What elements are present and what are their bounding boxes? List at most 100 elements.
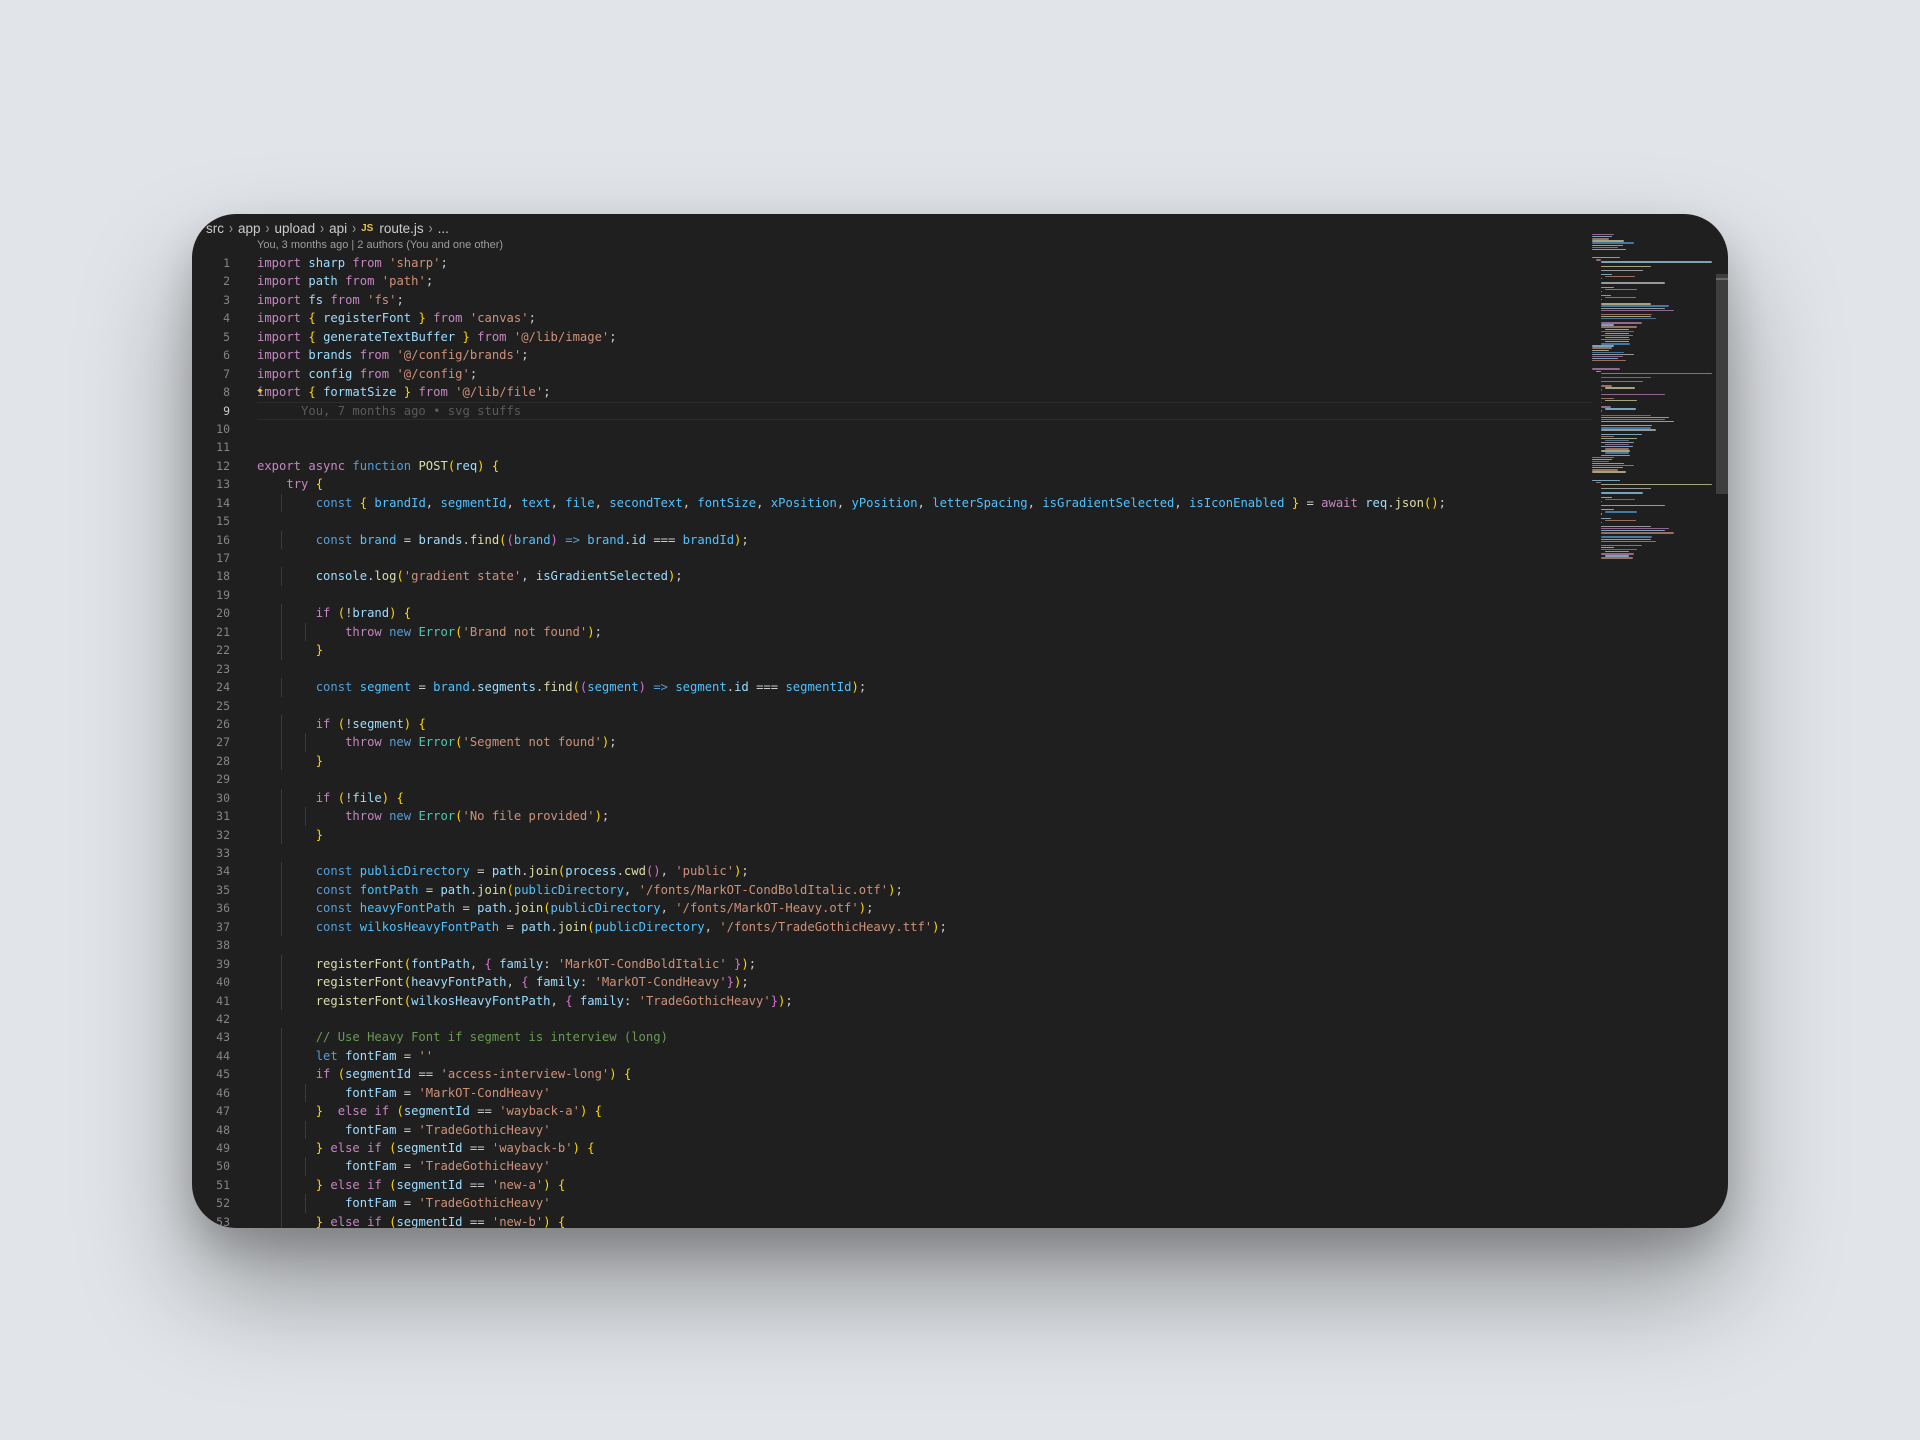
line-number[interactable]: 6 [192, 346, 230, 364]
line-number[interactable]: 22 [192, 641, 230, 659]
line-number[interactable]: 3 [192, 291, 230, 309]
code-line[interactable]: 32 } [192, 825, 1592, 844]
line-number[interactable]: 18 [192, 567, 230, 585]
line-number[interactable]: 10 [192, 420, 230, 438]
code-line[interactable]: 13 try { [192, 475, 1592, 493]
line-number[interactable]: 27 [192, 733, 230, 751]
code-line[interactable]: 29 [192, 770, 1592, 788]
vertical-scrollbar[interactable] [1716, 274, 1728, 494]
code-line[interactable]: 10 [192, 420, 1592, 438]
line-number[interactable]: 19 [192, 586, 230, 604]
line-number[interactable]: 29 [192, 770, 230, 788]
code-line[interactable]: 41 registerFont(wilkosHeavyFontPath, { f… [192, 991, 1592, 1010]
code-line[interactable]: 20 if (!brand) { [192, 604, 1592, 623]
line-number[interactable]: 11 [192, 438, 230, 456]
code-line[interactable]: 31 throw new Error('No file provided'); [192, 807, 1592, 826]
line-number[interactable]: 46 [192, 1084, 230, 1102]
line-number[interactable]: 26 [192, 715, 230, 733]
code-line[interactable]: 25 [192, 697, 1592, 715]
code-line[interactable]: 11 [192, 438, 1592, 456]
code-line[interactable]: 39 registerFont(fontPath, { family: 'Mar… [192, 954, 1592, 974]
code-line[interactable]: 3 import fs from 'fs'; [192, 291, 1592, 309]
line-number[interactable]: 45 [192, 1065, 230, 1083]
code-line[interactable]: 17 [192, 549, 1592, 567]
line-number[interactable]: 48 [192, 1121, 230, 1139]
code-line[interactable]: 7 import config from '@/config'; [192, 365, 1592, 383]
code-line[interactable]: 52 fontFam = 'TradeGothicHeavy' [192, 1194, 1592, 1213]
code-line[interactable]: 34 const publicDirectory = path.join(pro… [192, 862, 1592, 881]
line-number[interactable]: 36 [192, 899, 230, 917]
line-number[interactable]: 31 [192, 807, 230, 825]
line-number[interactable]: 42 [192, 1010, 230, 1028]
line-number[interactable]: 7 [192, 365, 230, 383]
line-number[interactable]: 41 [192, 992, 230, 1010]
code-line[interactable]: 1 import sharp from 'sharp'; [192, 254, 1592, 272]
line-number[interactable]: 49 [192, 1139, 230, 1157]
code-line[interactable]: 43 // Use Heavy Font if segment is inter… [192, 1028, 1592, 1047]
code-line[interactable]: 49 } else if (segmentId == 'wayback-b') … [192, 1139, 1592, 1158]
code-line[interactable]: 4 import { registerFont } from 'canvas'; [192, 309, 1592, 327]
line-number[interactable]: 20 [192, 604, 230, 622]
code-line[interactable]: 37 const wilkosHeavyFontPath = path.join… [192, 917, 1592, 937]
line-number[interactable]: 34 [192, 862, 230, 880]
line-number[interactable]: 8 [192, 383, 230, 401]
code-line[interactable]: 30 if (!file) { [192, 788, 1592, 808]
code-line[interactable]: 24 const segment = brand.segments.find((… [192, 678, 1592, 697]
code-line[interactable]: 42 [192, 1010, 1592, 1028]
line-number[interactable]: 32 [192, 826, 230, 844]
code-line[interactable]: 44 let fontFam = '' [192, 1046, 1592, 1066]
code-line[interactable]: 46 fontFam = 'MarkOT-CondHeavy' [192, 1083, 1592, 1103]
code-line[interactable]: 22 } [192, 641, 1592, 660]
code-line[interactable]: 50 fontFam = 'TradeGothicHeavy' [192, 1157, 1592, 1176]
line-number[interactable]: 5 [192, 328, 230, 346]
code-line[interactable]: 15 [192, 512, 1592, 530]
code-line[interactable]: 48 fontFam = 'TradeGothicHeavy' [192, 1120, 1592, 1139]
breadcrumb-item-app[interactable]: app [238, 221, 261, 236]
code-line[interactable]: 35 const fontPath = path.join(publicDire… [192, 880, 1592, 900]
code-line[interactable]: 6 import brands from '@/config/brands'; [192, 346, 1592, 364]
line-number[interactable]: 33 [192, 844, 230, 862]
line-number[interactable]: 9 [192, 402, 230, 420]
code-line[interactable]: 26 if (!segment) { [192, 714, 1592, 734]
breadcrumb-item-upload[interactable]: upload [275, 221, 316, 236]
code-line[interactable]: 5 import { generateTextBuffer } from '@/l… [192, 328, 1592, 346]
code-line[interactable]: 12 export async function POST(req) { [192, 457, 1592, 475]
line-number[interactable]: 30 [192, 789, 230, 807]
code-line[interactable]: 23 [192, 660, 1592, 678]
line-number[interactable]: 37 [192, 918, 230, 936]
line-number[interactable]: 23 [192, 660, 230, 678]
breadcrumb-item-src[interactable]: src [206, 221, 224, 236]
breadcrumb-item-more[interactable]: ... [438, 221, 449, 236]
line-number[interactable]: 43 [192, 1028, 230, 1046]
line-number[interactable]: 1 [192, 254, 230, 272]
code-line[interactable]: 2 import path from 'path'; [192, 272, 1592, 290]
line-number[interactable]: 28 [192, 752, 230, 770]
line-number[interactable]: 21 [192, 623, 230, 641]
breadcrumb-item-file[interactable]: route.js [379, 221, 423, 236]
breadcrumb-item-api[interactable]: api [329, 221, 347, 236]
line-number[interactable]: 25 [192, 697, 230, 715]
line-number[interactable]: 12 [192, 457, 230, 475]
line-number[interactable]: 15 [192, 512, 230, 530]
line-number[interactable]: 44 [192, 1047, 230, 1065]
code-line[interactable]: 27 throw new Error('Segment not found'); [192, 733, 1592, 752]
code-line[interactable]: 47 } else if (segmentId == 'wayback-a') … [192, 1102, 1592, 1121]
sparkle-icon[interactable]: ✦ [256, 382, 264, 400]
code-line[interactable]: 53 } else if (segmentId == 'new-b') { [192, 1212, 1592, 1228]
line-number[interactable]: 38 [192, 936, 230, 954]
line-number[interactable]: 13 [192, 475, 230, 493]
code-line[interactable]: 28 } [192, 751, 1592, 771]
line-number[interactable]: 51 [192, 1176, 230, 1194]
blame-header[interactable]: You, 3 months ago | 2 authors (You and o… [257, 236, 503, 254]
line-number[interactable]: 50 [192, 1157, 230, 1175]
code-editor[interactable]: 1 import sharp from 'sharp'; 2 import path … [192, 254, 1592, 1228]
code-line[interactable]: 8 import { formatSize } from '@/lib/file'… [192, 383, 1592, 401]
code-line[interactable]: 16 const brand = brands.find((brand) => … [192, 530, 1592, 549]
code-line[interactable]: 19 [192, 586, 1592, 604]
code-line[interactable]: 21 throw new Error('Brand not found'); [192, 622, 1592, 642]
code-line[interactable]: 14 const { brandId, segmentId, text, fil… [192, 493, 1592, 513]
line-number[interactable]: 24 [192, 678, 230, 696]
line-number[interactable]: 53 [192, 1213, 230, 1228]
line-number[interactable]: 4 [192, 309, 230, 327]
line-number[interactable]: 47 [192, 1102, 230, 1120]
